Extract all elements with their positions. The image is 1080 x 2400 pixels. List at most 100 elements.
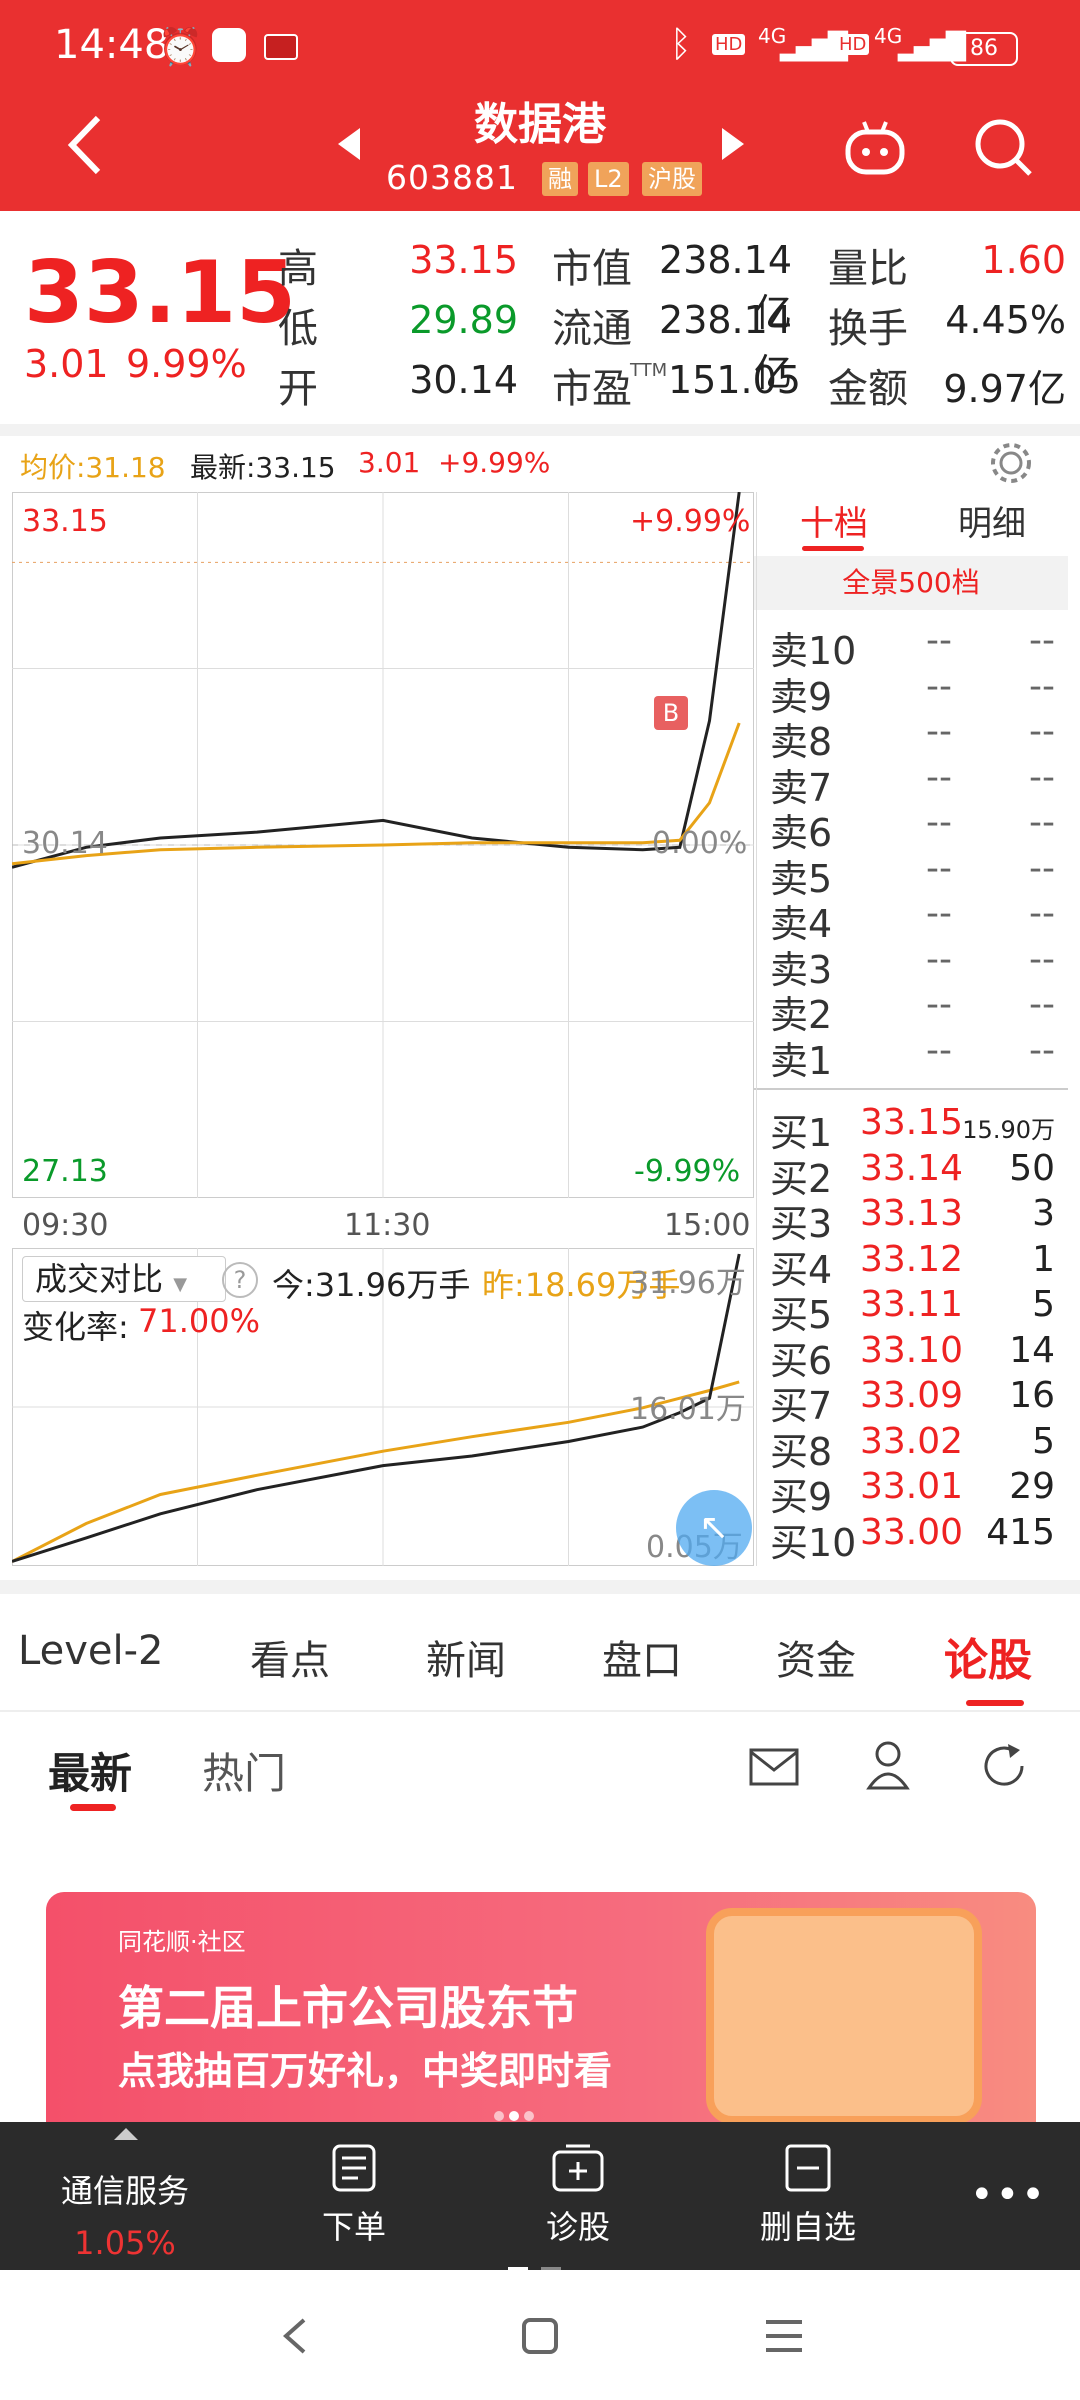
banner-subline: 点我抽百万好礼，中奖即时看: [118, 2049, 613, 2093]
bid-price: 33.11: [860, 1284, 964, 1325]
remove-watchlist-button[interactable]: 删自选: [744, 2142, 872, 2248]
stock-name: 数据港: [474, 99, 606, 150]
ask-price: --: [926, 620, 952, 661]
order-label: 下单: [321, 2208, 386, 2246]
notification-icon: [264, 34, 298, 60]
expand-chart-icon[interactable]: ↖: [676, 1490, 752, 1566]
chart-top-right-label: +9.99%: [630, 504, 751, 539]
chart-mid-right-label: 0.00%: [652, 826, 748, 861]
tab-level2[interactable]: Level-2: [18, 1628, 163, 1674]
chevron-down-icon: ▼: [173, 1274, 188, 1295]
orderbook-tab-detail[interactable]: 明细: [958, 496, 1026, 545]
help-icon[interactable]: ?: [222, 1262, 258, 1298]
system-home-icon[interactable]: [520, 2316, 560, 2356]
tab-divider: [0, 1710, 1080, 1712]
system-menu-icon[interactable]: [764, 2318, 804, 2354]
tab-order-panel[interactable]: 盘口: [602, 1628, 682, 1686]
subtab-hot[interactable]: 热门: [202, 1740, 286, 1801]
bid-qty: 1: [1032, 1238, 1055, 1280]
system-back-icon[interactable]: [280, 2316, 310, 2356]
order-button[interactable]: 下单: [294, 2142, 414, 2248]
section-separator: [0, 1580, 1080, 1594]
latest-change-pct: +9.99%: [438, 446, 551, 479]
alarm-icon: ⏰: [158, 27, 203, 68]
tab-forum[interactable]: 论股: [944, 1624, 1032, 1688]
banner-dots: [494, 2106, 554, 2121]
turnover-label: 换手: [828, 306, 908, 352]
orderbook-tab-active-indicator: [802, 546, 864, 551]
bid-price: 33.12: [860, 1238, 964, 1280]
refresh-icon[interactable]: [978, 1740, 1030, 1792]
bid-price: 33.00: [860, 1511, 964, 1553]
volume-selector[interactable]: 成交对比 ▼: [22, 1256, 226, 1302]
more-icon[interactable]: •••: [970, 2172, 1047, 2218]
panorama-500-button[interactable]: 全景500档: [754, 556, 1068, 610]
bid-qty: 16: [1009, 1375, 1055, 1416]
sector-info[interactable]: 通信服务 1.05%: [40, 2166, 210, 2262]
amount-value: 9.97亿: [943, 367, 1066, 411]
remove-icon: [785, 2144, 831, 2192]
promo-banner[interactable]: 同花顺·社区 第二届上市公司股东节 点我抽百万好礼，中奖即时看: [46, 1892, 1036, 2122]
intraday-price-chart[interactable]: [12, 492, 754, 1198]
latest-price: 最新:33.15: [190, 451, 336, 484]
tab-capital[interactable]: 资金: [776, 1628, 856, 1686]
volume-today: 今:31.96万手: [272, 1266, 471, 1304]
pe-label: 市盈: [552, 366, 632, 412]
amount-label: 金额: [828, 366, 908, 412]
mail-icon[interactable]: [748, 1746, 800, 1790]
tag-margin: 融: [542, 162, 578, 196]
ask-price: --: [926, 893, 952, 934]
bid-qty: 29: [1009, 1466, 1055, 1507]
bid-qty: 5: [1032, 1284, 1055, 1325]
buy-marker[interactable]: B: [654, 696, 688, 730]
sector-name: 通信服务: [60, 2172, 189, 2210]
bid-qty: 3: [1032, 1193, 1055, 1234]
signal-icon: ▂▄▆█: [780, 32, 848, 62]
bid-label: 买10: [770, 1520, 857, 1565]
diagnose-button[interactable]: 诊股: [518, 2142, 638, 2248]
chart-orderbook-divider: [756, 492, 757, 1566]
turnover-value: 4.45%: [945, 298, 1066, 342]
ask-price: --: [926, 938, 952, 980]
ask-qty: --: [1029, 711, 1055, 752]
tag-l2: L2: [588, 162, 629, 196]
status-bar: 14:48 ⏰ ᛒ HD 4G ▂▄▆█ HD 4G ▂▄▆█ 86: [0, 0, 1080, 96]
high-value: 33.15: [409, 238, 518, 282]
banner-headline: 第二届上市公司股东节: [118, 1981, 578, 2035]
bid-qty: 415: [986, 1511, 1055, 1553]
open-label: 开: [278, 366, 318, 412]
ask-price: --: [926, 802, 952, 843]
banner-brand: 同花顺·社区: [118, 1928, 246, 1956]
user-icon[interactable]: [864, 1738, 912, 1792]
subtab-latest[interactable]: 最新: [48, 1740, 132, 1801]
sector-change: 1.05%: [74, 2224, 176, 2262]
chart-bottom-left-label: 27.13: [22, 1154, 108, 1189]
tab-news[interactable]: 新闻: [426, 1628, 506, 1686]
banner-prize-image: [706, 1908, 982, 2122]
orderbook-tab-ten[interactable]: 十档: [800, 496, 868, 545]
settings-icon[interactable]: [988, 440, 1034, 486]
last-price: 33.15: [24, 243, 297, 343]
search-icon[interactable]: [970, 114, 1036, 180]
collapse-arrow-icon[interactable]: [114, 2128, 138, 2140]
price-change-pct: 9.99%: [126, 342, 247, 386]
ask-price: --: [926, 711, 952, 752]
time-axis-start: 09:30: [22, 1208, 109, 1243]
bid-qty: 15.90万: [962, 1116, 1055, 1144]
diagnose-label: 诊股: [545, 2208, 610, 2246]
tab-highlights[interactable]: 看点: [250, 1628, 330, 1686]
bid-qty: 14: [1009, 1329, 1055, 1371]
bottom-toolbar: 通信服务 1.05% 下单 诊股 删自选 •••: [0, 2122, 1080, 2273]
battery-icon: 86: [950, 32, 1018, 66]
bluetooth-icon: ᛒ: [670, 24, 692, 65]
robot-assistant-icon[interactable]: [842, 118, 908, 178]
bid-price: 33.09: [860, 1375, 964, 1416]
remove-watchlist-label: 删自选: [759, 2208, 856, 2246]
tab-active-indicator: [966, 1700, 1024, 1706]
ask-price: --: [926, 984, 952, 1025]
next-stock-icon[interactable]: [718, 124, 748, 164]
bid-price: 33.01: [860, 1466, 964, 1507]
pe-value: 151.05: [668, 358, 801, 402]
ask-label: 卖1: [770, 1038, 833, 1083]
tag-hk-connect: 沪股: [642, 162, 702, 196]
